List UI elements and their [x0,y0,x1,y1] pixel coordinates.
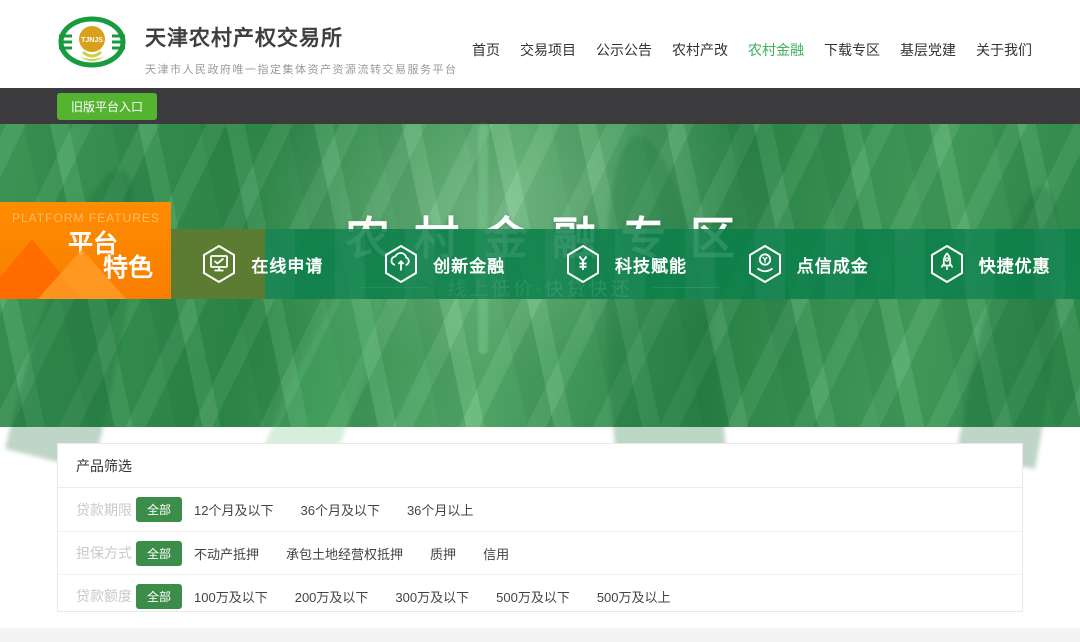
filter-options: 100万及以下 200万及以下 300万及以下 500万及以下 500万及以上 [194,587,671,606]
exchange-logo-icon: TJNJS [57,12,127,76]
platform-features-en-label: PLATFORM FEATURES [12,211,171,225]
nav-item-8[interactable]: 关于我们 [976,40,1032,60]
hand-coin-icon [746,244,784,284]
filter-label: 贷款期限 [76,500,132,520]
filter-all-button[interactable]: 全部 [136,541,182,566]
product-filter-card: 产品筛选 贷款期限全部12个月及以下36个月及以下36个月以上担保方式全部不动产… [57,443,1023,612]
nav-item-4[interactable]: 农村产改 [672,40,728,60]
site-subtitle: 天津市人民政府唯一指定集体资产资源流转交易服务平台 [145,61,458,77]
footer-bar [0,628,1080,642]
feature-tab-label: 科技赋能 [615,252,687,277]
cloud-upload-icon [382,244,420,284]
filter-row-2: 担保方式全部不动产抵押 承包土地经营权抵押 质押 信用 [58,531,1022,574]
nav-item-5[interactable]: 农村金融 [748,40,804,60]
logo-text: TJNJS [81,37,103,44]
feature-tab-label: 在线申请 [251,252,323,277]
filter-option[interactable]: 500万及以下 [496,587,570,606]
platform-features-block: PLATFORM FEATURES 平台 特色 [0,202,171,299]
feature-tab-3[interactable]: 科技赋能 [535,229,717,299]
feature-tab-5[interactable]: 快捷优惠 [898,229,1080,299]
filter-label: 贷款额度 [76,586,132,606]
filter-option[interactable]: 12个月及以下 [194,500,273,519]
filter-option[interactable]: 200万及以下 [295,587,369,606]
filter-option[interactable]: 300万及以下 [395,587,469,606]
filter-card-title: 产品筛选 [58,444,1022,488]
filter-option[interactable]: 不动产抵押 [194,544,259,563]
filter-option[interactable]: 100万及以下 [194,587,268,606]
filter-row-3: 贷款额度全部 100万及以下 200万及以下 300万及以下 500万及以下 500万及以… [58,574,1022,617]
filter-option[interactable]: 500万及以上 [597,587,671,606]
filter-option[interactable]: 质押 [430,544,456,563]
rocket-icon [928,244,966,284]
filter-options: 不动产抵押 承包土地经营权抵押 质押 信用 [194,544,509,563]
filter-all-button[interactable]: 全部 [136,497,182,522]
yuan-coin-icon [564,244,602,284]
nav-item-2[interactable]: 交易项目 [520,40,576,60]
filter-options: 12个月及以下 36个月及以下 36个月以上 [194,500,473,519]
feature-tab-label: 点信成金 [797,252,869,277]
nav-item-6[interactable]: 下载专区 [824,40,880,60]
filter-option[interactable]: 信用 [483,544,509,563]
feature-tab-label: 快捷优惠 [979,252,1051,277]
filter-row-1: 贷款期限全部 12个月及以下 36个月及以下 36个月以上 [58,488,1022,531]
feature-tabs: 在线申请 创新金融 科技赋能 点信成金 快捷优惠 [171,229,1080,299]
site-title: 天津农村产权交易所 [145,22,458,52]
header: TJNJS 天津农村产权交易所 天津市人民政府唯一指定集体资产资源流转交易服务平… [0,0,1080,88]
brand: 天津农村产权交易所 天津市人民政府唯一指定集体资产资源流转交易服务平台 [145,22,458,77]
filter-option[interactable]: 36个月及以下 [300,500,379,519]
feature-tab-2[interactable]: 创新金融 [353,229,535,299]
old-platform-button[interactable]: 旧版平台入口 [57,93,157,120]
filter-option[interactable]: 36个月以上 [407,500,473,519]
monitor-check-icon [200,244,238,284]
main-nav: 首页交易项目公示公告农村产改农村金融下载专区基层党建关于我们 [472,40,1032,60]
filter-rows: 贷款期限全部12个月及以下36个月及以下36个月以上担保方式全部不动产抵押承包土… [58,488,1022,617]
filter-all-button[interactable]: 全部 [136,584,182,609]
feature-tab-4[interactable]: 点信成金 [716,229,898,299]
feature-tab-1[interactable]: 在线申请 [171,229,353,299]
secondary-bar: 旧版平台入口 [0,88,1080,124]
nav-item-3[interactable]: 公示公告 [596,40,652,60]
filter-option[interactable]: 承包土地经营权抵押 [286,544,403,563]
nav-item-7[interactable]: 基层党建 [900,40,956,60]
nav-item-1[interactable]: 首页 [472,40,500,60]
mountain-decoration [38,249,126,299]
page: TJNJS 天津农村产权交易所 天津市人民政府唯一指定集体资产资源流转交易服务平… [0,0,1080,642]
filter-label: 担保方式 [76,543,132,563]
feature-tab-label: 创新金融 [433,252,505,277]
